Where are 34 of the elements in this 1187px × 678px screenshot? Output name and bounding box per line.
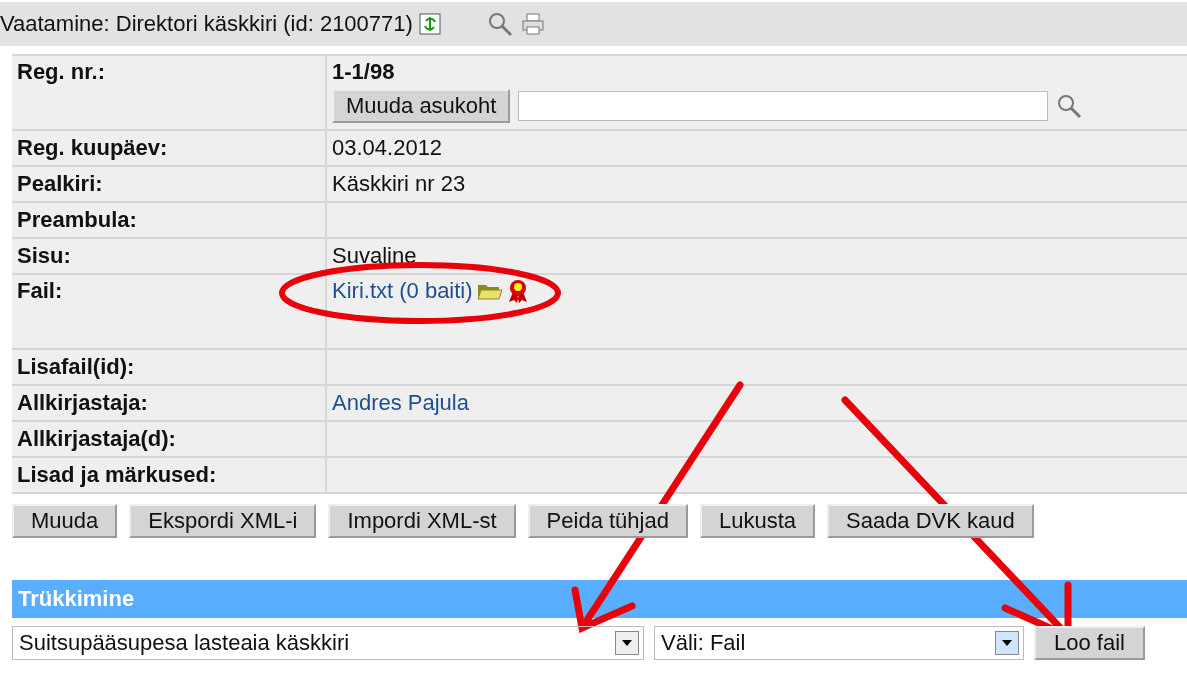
field-label: Allkirjastaja:	[12, 386, 325, 420]
print-icon[interactable]	[520, 13, 545, 35]
action-button[interactable]: Saada DVK kaud	[827, 504, 1034, 538]
file-link[interactable]: Kiri.txt (0 baiti)	[332, 278, 473, 304]
action-button[interactable]: Peida tühjad	[527, 504, 688, 538]
template-select[interactable]: Suitsupääsupesa lasteaia käskkiri	[12, 626, 644, 660]
action-button[interactable]: Lukusta	[699, 504, 815, 538]
field-label: Sisu:	[12, 239, 325, 273]
location-input[interactable]	[518, 91, 1049, 121]
action-button[interactable]: Impordi XML-st	[328, 504, 516, 538]
field-value: Suvaline	[332, 243, 418, 269]
action-button[interactable]: Ekspordi XML-i	[129, 504, 317, 538]
section-header: Trükkimine	[12, 580, 1187, 618]
search-icon[interactable]	[486, 11, 515, 37]
field-label: Lisad ja märkused:	[12, 458, 325, 492]
dropdown-icon	[1002, 640, 1012, 646]
refresh-icon[interactable]	[418, 13, 441, 35]
field-label: Lisafail(id):	[12, 350, 325, 384]
field-value: 1-1/98	[332, 59, 396, 85]
field-value: Käskkiri nr 23	[332, 171, 467, 197]
action-button[interactable]: Muuda	[12, 504, 118, 538]
field-label: Allkirjastaja(d):	[12, 422, 325, 456]
change-location-button[interactable]: Muuda asukoht	[332, 89, 511, 123]
field-label: Reg. kuupäev:	[12, 131, 325, 165]
dropdown-icon	[622, 640, 632, 646]
field-value: 03.04.2012	[332, 135, 444, 161]
signer-link[interactable]: Andres Pajula	[332, 390, 1182, 416]
field-label: Reg. nr.:	[12, 56, 325, 129]
field-label: Fail:	[12, 275, 325, 348]
field-label: Preambula:	[12, 203, 325, 237]
field-label: Pealkiri:	[12, 167, 325, 201]
window-title: Vaatamine: Direktori käskkiri (id: 2100771)	[0, 11, 413, 37]
create-file-button[interactable]: Loo fail	[1034, 626, 1145, 660]
format-select[interactable]: Väli: Fail	[654, 626, 1024, 660]
